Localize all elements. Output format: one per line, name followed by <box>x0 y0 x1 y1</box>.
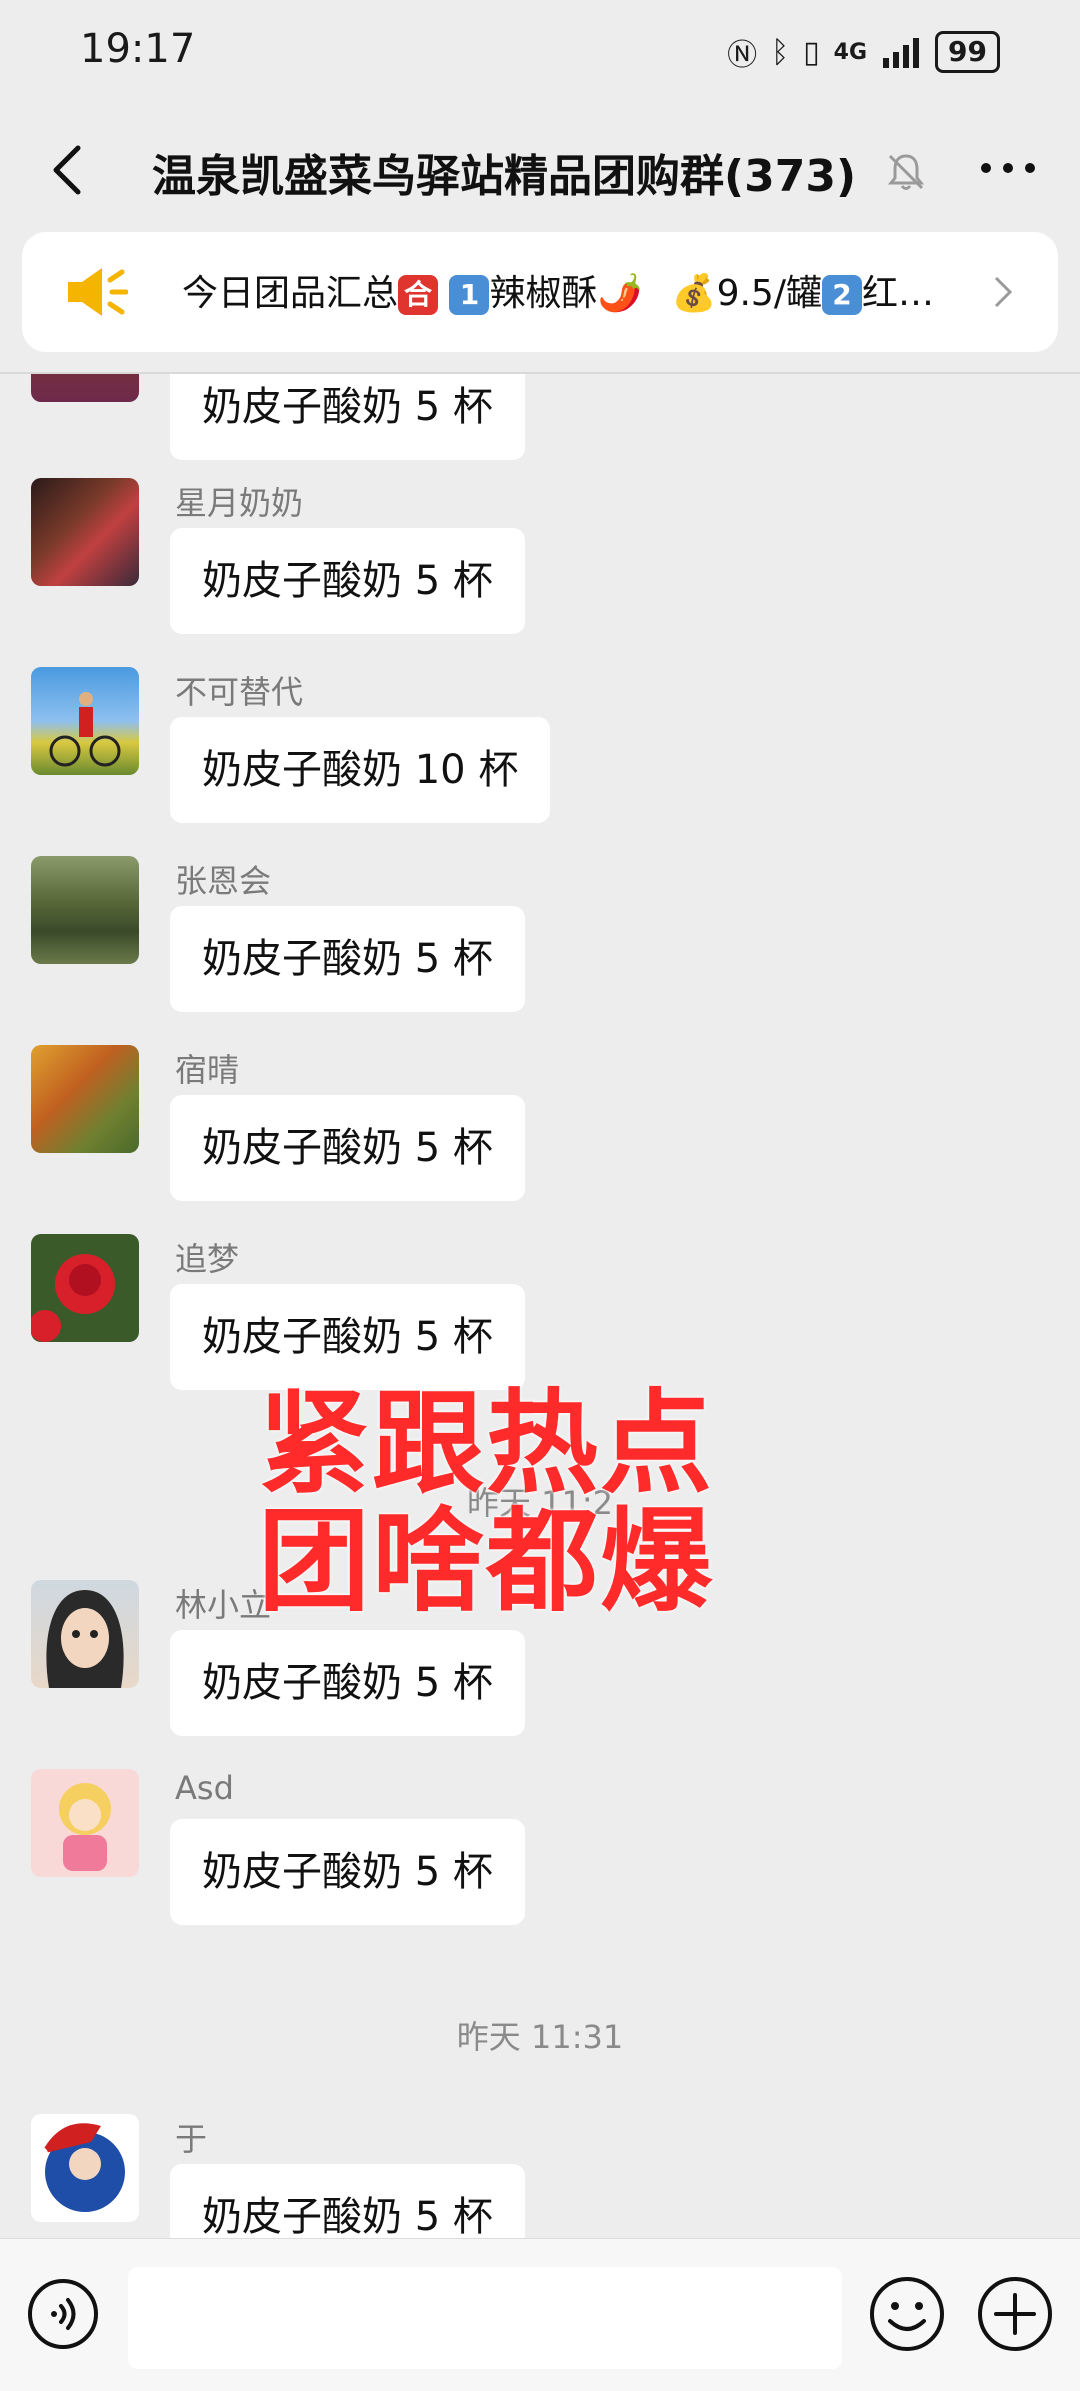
message-bubble[interactable]: 奶皮子酸奶 5 杯 <box>170 906 525 1012</box>
number-badge-2: 2 <box>821 275 862 315</box>
sender-name: 林小立 <box>175 1586 272 1624</box>
sender-name: 追梦 <box>175 1240 240 1278</box>
time-separator: 昨天 11:31 <box>456 2018 624 2056</box>
avatar[interactable] <box>31 2114 139 2222</box>
avatar[interactable] <box>31 1580 139 1688</box>
chevron-right-icon <box>994 276 1013 308</box>
message-input[interactable] <box>128 2267 842 2369</box>
nfc-icon: Ⓝ <box>727 38 758 73</box>
sender-name: 星月奶奶 <box>175 484 304 522</box>
avatar[interactable] <box>31 667 139 775</box>
group-title: 温泉凯盛菜鸟驿站精品团购群(373) <box>152 151 857 202</box>
vibrate-icon: ▯ <box>803 34 820 70</box>
clock: 19:17 <box>80 26 196 72</box>
girl-portrait-icon <box>46 1590 124 1688</box>
cyclist-icon <box>49 692 121 767</box>
overlay-line-1: 紧跟热点 <box>258 1379 714 1509</box>
network-label: 4G <box>833 39 868 65</box>
combo-badge: 合 <box>398 275 439 315</box>
santa-hat-portrait-icon <box>34 2123 125 2212</box>
more-options-icon[interactable] <box>978 158 1038 178</box>
message-bubble[interactable]: 奶皮子酸奶 5 杯 <box>170 528 525 634</box>
message-bubble[interactable]: 奶皮子酸奶 5 杯 <box>170 2164 525 2238</box>
message-bubble[interactable]: 奶皮子酸奶 5 杯 <box>170 374 525 460</box>
back-arrow-icon[interactable] <box>40 140 100 200</box>
avatar[interactable] <box>31 856 139 964</box>
avatar[interactable] <box>31 1234 139 1342</box>
rose-icon <box>31 1254 115 1342</box>
emoji-icon[interactable] <box>868 2275 946 2353</box>
message-input-bar <box>0 2238 1080 2391</box>
announcement-text: 今日团品汇总合 1 辣椒酥🌶️ 💰9.5/罐 2 红… <box>182 273 934 315</box>
sender-name: 宿晴 <box>175 1051 240 1089</box>
message-bubble[interactable]: 奶皮子酸奶 5 杯 <box>170 1284 525 1390</box>
voice-input-icon[interactable] <box>26 2277 100 2351</box>
signal-icon <box>883 38 920 68</box>
message-list[interactable]: 奶皮子酸奶 5 杯 星月奶奶 奶皮子酸奶 5 杯 不可替代 奶皮子酸奶 10 杯… <box>0 374 1080 2238</box>
message-bubble[interactable]: 奶皮子酸奶 5 杯 <box>170 1630 525 1736</box>
bluetooth-icon: ᛒ <box>771 34 790 70</box>
number-badge-1: 1 <box>449 275 490 315</box>
cartoon-girl-icon <box>59 1783 111 1871</box>
mute-bell-icon <box>887 154 925 190</box>
sender-name: 不可替代 <box>175 673 304 711</box>
avatar[interactable] <box>31 1045 139 1153</box>
status-icons: Ⓝ ᛒ ▯ 4G 99 <box>727 30 1000 74</box>
megaphone-icon <box>68 268 128 316</box>
avatar[interactable] <box>31 1769 139 1877</box>
promo-overlay-text: 紧跟热点 团啥都爆 <box>258 1385 714 1621</box>
message-bubble[interactable]: 奶皮子酸奶 10 杯 <box>170 717 551 823</box>
sender-name: 张恩会 <box>175 862 272 900</box>
battery-icon: 99 <box>935 31 1000 73</box>
status-bar: 19:17 Ⓝ ᛒ ▯ 4G 99 <box>0 0 1080 100</box>
sender-name: Asd <box>175 1769 234 1807</box>
avatar[interactable] <box>31 374 139 402</box>
avatar[interactable] <box>31 478 139 586</box>
message-bubble[interactable]: 奶皮子酸奶 5 杯 <box>170 1819 525 1925</box>
chat-header: 温泉凯盛菜鸟驿站精品团购群(373) <box>0 110 1080 230</box>
sender-name: 于 <box>175 2120 208 2158</box>
overlay-line-2: 团啥都爆 <box>258 1497 714 1627</box>
add-icon[interactable] <box>976 2275 1054 2353</box>
group-announcement[interactable]: 今日团品汇总合 1 辣椒酥🌶️ 💰9.5/罐 2 红… <box>22 232 1058 352</box>
message-bubble[interactable]: 奶皮子酸奶 5 杯 <box>170 1095 525 1201</box>
